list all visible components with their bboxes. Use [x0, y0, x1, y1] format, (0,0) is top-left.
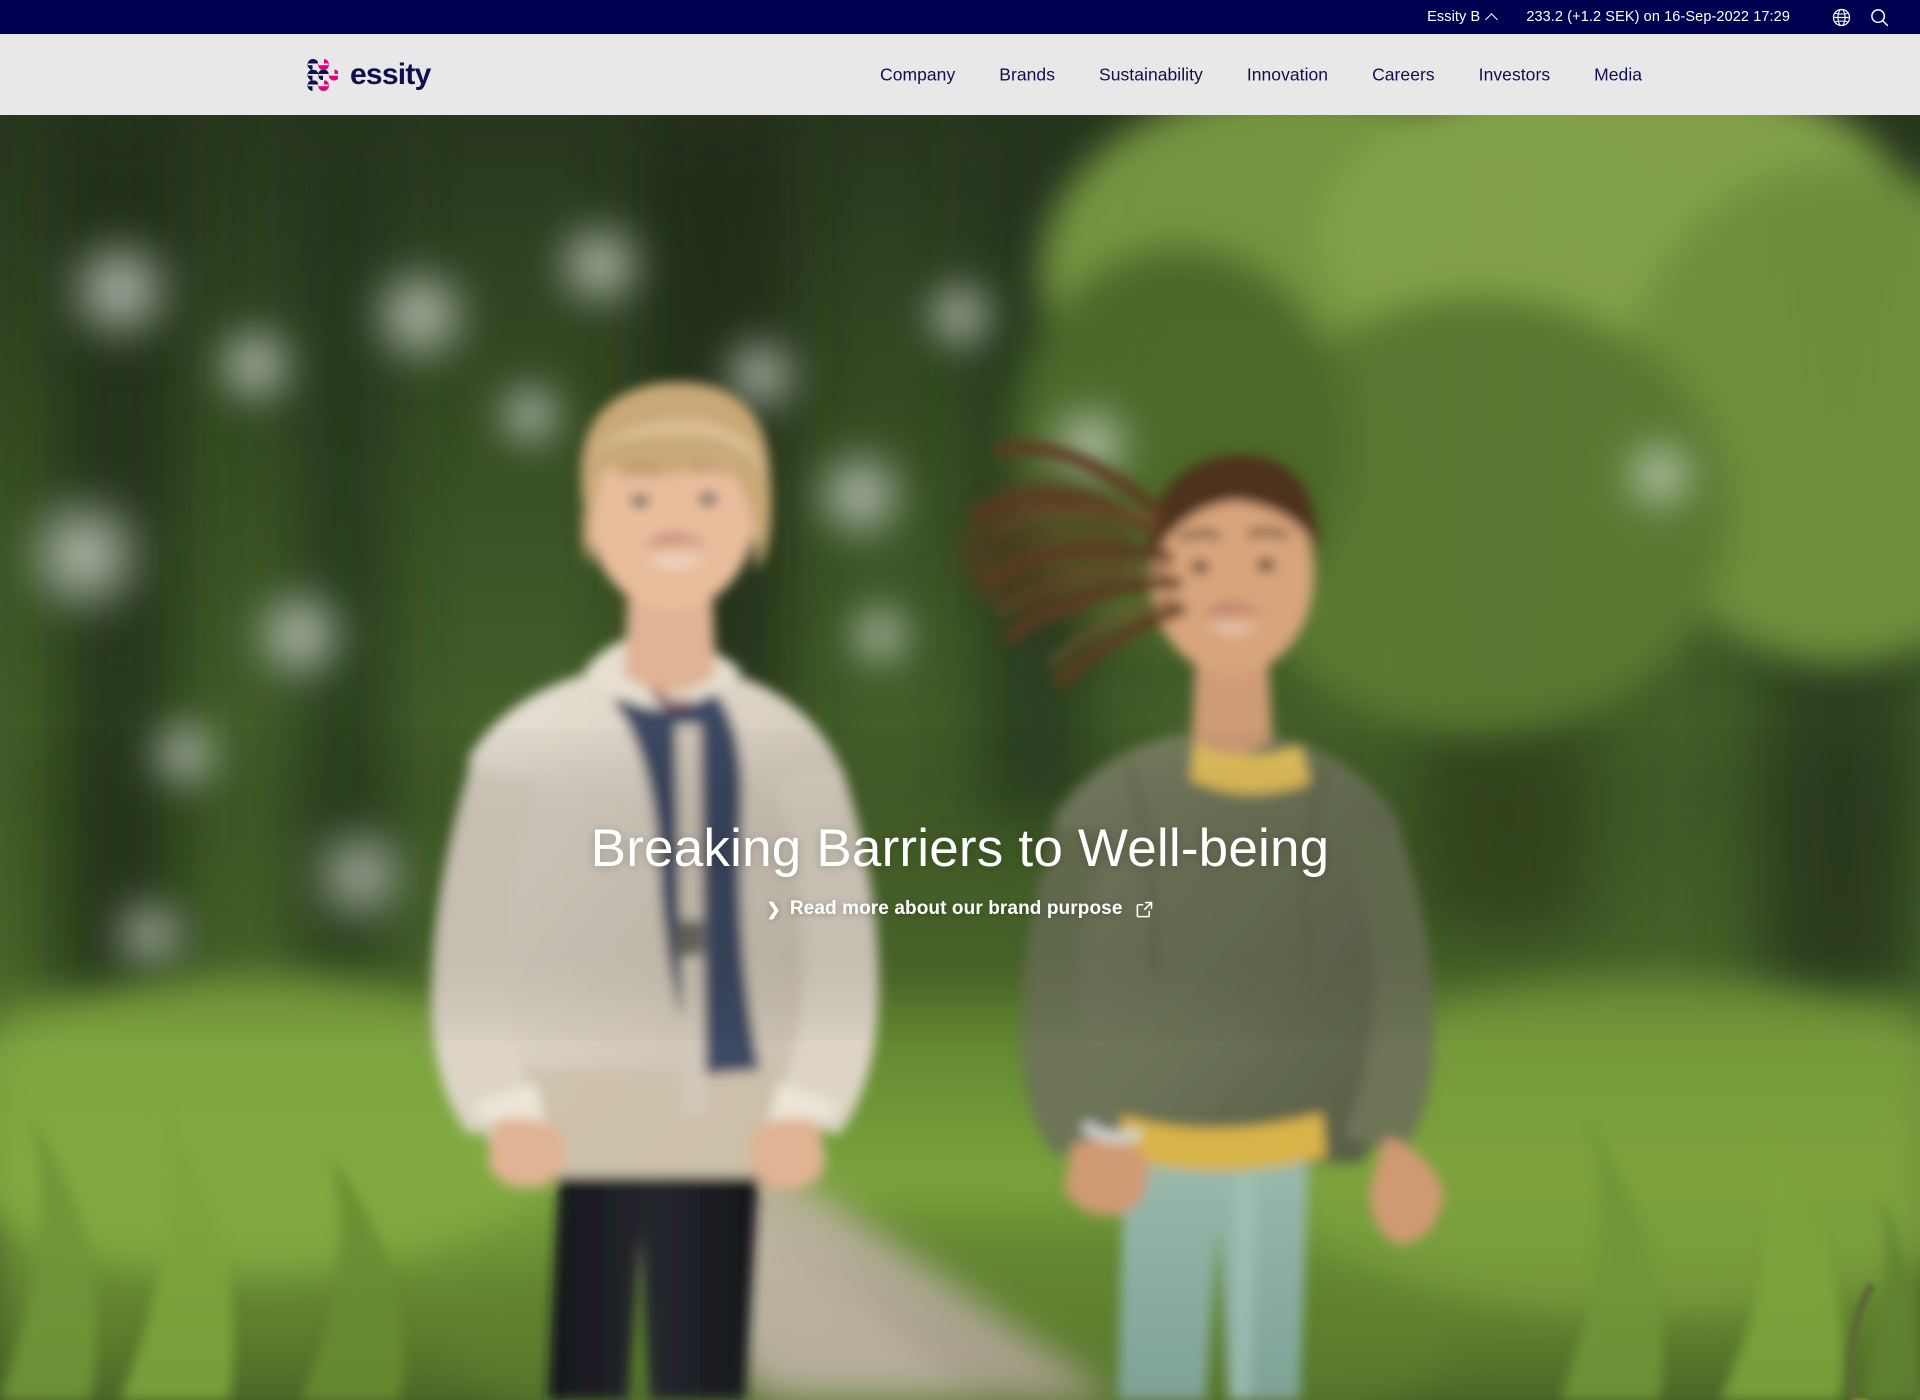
stock-ticker-name: Essity B — [1427, 9, 1481, 25]
essity-wordmark-text: essity — [350, 58, 432, 91]
chevron-right-icon: ❯ — [766, 899, 781, 919]
site-header: essity Company Brands Sustainability Inn… — [0, 34, 1920, 115]
hero-banner: Breaking Barriers to Well-being ❯ Read m… — [0, 115, 1920, 1400]
primary-navigation: Company Brands Sustainability Innovation… — [874, 64, 1664, 85]
hero-background-photo — [0, 115, 1920, 1400]
nav-item-brands[interactable]: Brands — [977, 64, 1077, 85]
hero-cta-label: Read more about our brand purpose — [789, 898, 1123, 920]
essity-wordmark: essity — [350, 58, 432, 91]
essity-e-cluster-logo — [307, 58, 338, 91]
nav-item-sustainability[interactable]: Sustainability — [1077, 64, 1225, 85]
stock-ticker-toggle[interactable]: Essity B — [1427, 9, 1498, 25]
external-link-icon — [1136, 901, 1152, 918]
nav-item-investors[interactable]: Investors — [1457, 64, 1572, 85]
search-button[interactable] — [1866, 4, 1892, 30]
hero-cta-link[interactable]: ❯ Read more about our brand purpose — [766, 898, 1153, 920]
search-icon — [1870, 8, 1888, 26]
nav-item-innovation[interactable]: Innovation — [1225, 64, 1350, 85]
nav-item-company[interactable]: Company — [874, 64, 977, 85]
nav-item-careers[interactable]: Careers — [1350, 64, 1457, 85]
globe-icon — [1832, 8, 1850, 26]
stock-quote: 233.2 (+1.2 SEK) on 16-Sep-2022 17:29 — [1526, 9, 1790, 25]
essity-logo-link[interactable]: essity — [305, 58, 487, 92]
language-selector-button[interactable] — [1828, 4, 1854, 30]
utility-bar: Essity B 233.2 (+1.2 SEK) on 16-Sep-2022… — [0, 0, 1920, 34]
chevron-up-icon — [1487, 12, 1498, 23]
nav-item-media[interactable]: Media — [1572, 64, 1664, 85]
